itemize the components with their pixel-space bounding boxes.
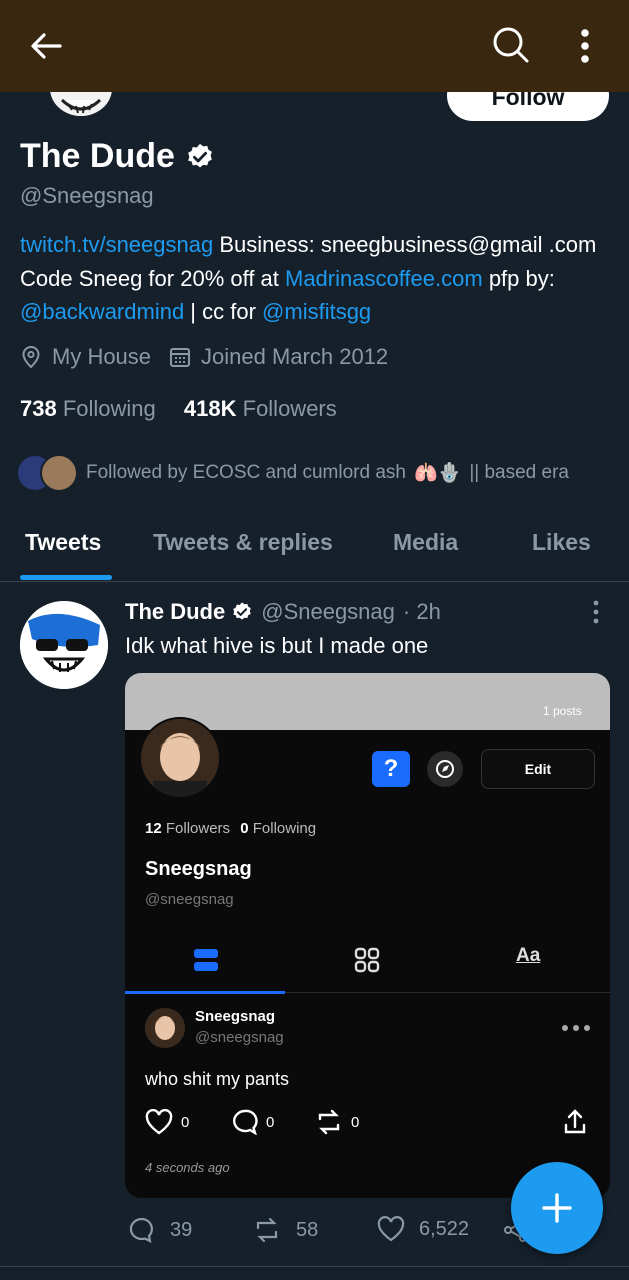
followers-link[interactable]: 418K Followers (184, 396, 337, 421)
embed-help-badge: ? (372, 751, 410, 787)
embed-compass-icon (427, 751, 463, 787)
embed-posts-count: 1 posts (543, 704, 582, 718)
embed-like-count: 0 (181, 1113, 190, 1131)
following-label: Following (62, 396, 156, 421)
followers-label: Followers (242, 396, 337, 421)
search-button[interactable] (488, 22, 534, 68)
following-count: 738 (20, 396, 57, 421)
plus-icon (542, 1193, 572, 1223)
verified-badge-icon (188, 143, 212, 167)
embed-stats: 12 Followers 0 Following (145, 820, 316, 837)
tab-media[interactable]: Media (393, 529, 458, 556)
embed-followers-label: Followers (165, 820, 231, 837)
follower-avatar-ash (40, 454, 78, 492)
embed-following-count: 0 (240, 820, 249, 837)
tweet-divider (0, 1266, 629, 1267)
reply-action[interactable]: 39 (128, 1216, 192, 1244)
embed-repost-count: 0 (351, 1113, 360, 1131)
followed-by-row[interactable]: Followed by ECOSC and cumlord ash 🫁🪬 || … (16, 454, 569, 492)
followed-by-suffix: || based era (469, 462, 569, 483)
embed-name: Sneegsnag (145, 858, 252, 880)
profile-tabs: Tweets Tweets & replies Media Likes (0, 505, 629, 582)
tweet-image[interactable]: 1 posts ? Edit 12 Followers 0 Following … (125, 673, 610, 1198)
retweet-icon (256, 1217, 278, 1243)
active-tab-indicator (20, 575, 112, 580)
followers-count: 418K (183, 396, 237, 421)
heart-icon (377, 1216, 405, 1242)
tweet-avatar[interactable] (20, 601, 108, 689)
embed-avatar (139, 717, 221, 799)
profile-joined: Joined March 2012 (201, 344, 389, 369)
more-vertical-icon (581, 29, 589, 63)
profile-bio: twitch.tv/sneegsnag Business: sneegbusin… (20, 228, 620, 329)
profile-counts: 738 Following 418K Followers (20, 396, 337, 422)
embed-post-text: who shit my pants (145, 1069, 290, 1089)
tweet-avatar-drawing-icon (20, 601, 108, 689)
like-count: 6,522 (419, 1217, 470, 1240)
profile-handle: @Sneegsnag (20, 183, 154, 208)
embed-post-time: 4 seconds ago (145, 1160, 230, 1175)
arrow-left-icon (31, 33, 62, 59)
bio-link-coffee[interactable]: Madrinascoffee.com (285, 266, 483, 291)
tab-tweets-replies[interactable]: Tweets & replies (153, 529, 333, 556)
comment-icon (233, 1109, 258, 1135)
location-pin-icon (22, 345, 40, 369)
bio-link-twitch[interactable]: twitch.tv/sneegsnag (20, 232, 213, 257)
embed-text-tab: Aa (516, 945, 541, 966)
bio-mention-misfitsgg[interactable]: @misfitsgg (262, 299, 371, 324)
embed-post-avatar (145, 1008, 185, 1048)
verified-badge-icon (233, 602, 251, 620)
reply-icon (129, 1217, 153, 1243)
embed-following-label: Following (252, 820, 317, 837)
heart-icon (145, 1109, 173, 1135)
grid-view-icon (354, 947, 380, 973)
bio-mention-backwardmind[interactable]: @backwardmind (20, 299, 184, 324)
bio-text-2: pfp by: (482, 265, 555, 291)
embed-more-icon (562, 1025, 590, 1031)
share-icon (564, 1109, 586, 1134)
tweet-more-button[interactable] (586, 598, 606, 626)
retweet-action[interactable]: 58 (252, 1216, 318, 1244)
tab-likes[interactable]: Likes (532, 529, 591, 556)
profile-meta: My House Joined March 2012 (20, 344, 406, 370)
embed-tab-indicator (125, 991, 285, 994)
bio-text-3: | cc for (184, 299, 263, 324)
top-bar (0, 0, 629, 92)
embed-post-handle: @sneegsnag (195, 1029, 284, 1046)
compose-tweet-button[interactable] (511, 1162, 603, 1254)
more-options-button[interactable] (570, 24, 600, 68)
followed-by-text: Followed by ECOSC and cumlord ash (86, 462, 406, 483)
profile-location: My House (52, 344, 152, 369)
tweet-time: · 2h (402, 599, 441, 624)
embed-followers-count: 12 (145, 820, 162, 837)
profile-name: The Dude (20, 137, 175, 175)
more-vertical-icon (593, 600, 599, 624)
search-icon (493, 27, 529, 63)
retweet-count: 58 (296, 1218, 319, 1241)
reply-count: 39 (170, 1218, 193, 1241)
embed-post-name: Sneegsnag (195, 1008, 276, 1025)
like-action[interactable]: 6,522 (377, 1216, 469, 1242)
embed-repost: 0 (315, 1109, 359, 1135)
profile-name-row: The Dude (20, 137, 215, 176)
embed-comment: 0 (232, 1109, 274, 1135)
repost-icon (318, 1109, 340, 1135)
tweet-header: The Dude @Sneegsnag · 2h (125, 599, 441, 625)
tab-tweets[interactable]: Tweets (25, 529, 101, 556)
embed-like: 0 (145, 1109, 189, 1135)
embed-edit-button: Edit (481, 749, 595, 789)
tweet-author-name[interactable]: The Dude (125, 599, 225, 625)
followed-by-emoji: 🫁🪬 (413, 463, 462, 484)
tweet-text: Idk what hive is but I made one (125, 633, 429, 658)
calendar-icon (170, 348, 191, 367)
tweet-author-handle: @Sneegsnag (261, 599, 395, 624)
list-view-icon (194, 949, 218, 971)
back-button[interactable] (22, 24, 70, 68)
person-photo-icon (141, 719, 219, 797)
following-link[interactable]: 738 Following (20, 396, 156, 421)
embed-handle: @sneegsnag (145, 891, 234, 908)
embed-comment-count: 0 (266, 1113, 275, 1131)
